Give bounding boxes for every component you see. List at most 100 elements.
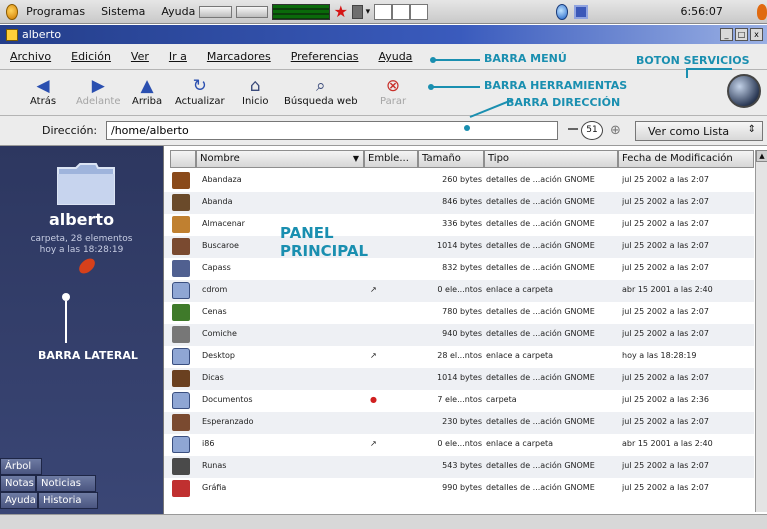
panel-clock[interactable]: 6:56:07	[680, 5, 722, 18]
menu-marcadores[interactable]: Marcadores	[207, 50, 271, 63]
table-row[interactable]: Comiche 940 bytes detalles de ...ación GNO…	[164, 324, 754, 346]
window-titlebar[interactable]: alberto _ □ x	[0, 25, 767, 44]
monitor-icon[interactable]	[574, 4, 589, 19]
cell-size: 832 bytes	[442, 263, 482, 272]
tab-historia[interactable]: Historia	[38, 492, 98, 509]
cell-emblem: ↗	[370, 351, 377, 360]
annotation-dot	[464, 125, 470, 131]
web-search-button[interactable]: ⌕ Búsqueda web	[284, 76, 358, 107]
panel-menu-ayuda[interactable]: Ayuda	[161, 5, 195, 18]
cell-type: detalles de ...ación GNOME	[486, 241, 595, 250]
table-row[interactable]: Runas 543 bytes detalles de ...ación GNOME…	[164, 456, 754, 478]
close-button[interactable]: x	[750, 28, 763, 41]
table-row[interactable]: Cenas 780 bytes detalles de ...ación GNOME…	[164, 302, 754, 324]
cell-name: cdrom	[202, 285, 228, 294]
table-row[interactable]: Gráfia 990 bytes detalles de ...ación GNOM…	[164, 478, 754, 500]
big-folder-icon	[57, 163, 115, 205]
table-row[interactable]: Desktop ↗ 28 el...ntos enlace a carpeta hoy …	[164, 346, 754, 368]
column-header-name[interactable]: Nombre ▼	[196, 150, 364, 168]
forward-button[interactable]: ▶ Adelante	[76, 76, 120, 107]
menu-edicion[interactable]: Edición	[71, 50, 111, 63]
vertical-scrollbar[interactable]: ▲	[755, 150, 767, 512]
annotation-menu: BARRA MENÚ	[484, 52, 567, 65]
sidebar-info: carpeta, 28 elementos hoy a las 18:28:19	[0, 234, 163, 256]
panel-applet[interactable]	[199, 5, 232, 18]
home-button[interactable]: ⌂ Inicio	[242, 76, 268, 107]
table-row[interactable]: cdrom ↗ 0 ele...ntos enlace a carpeta abr 15…	[164, 280, 754, 302]
chart-icon	[172, 304, 190, 321]
workspace-slot[interactable]	[392, 3, 411, 20]
address-input[interactable]	[106, 121, 558, 140]
toolbar: ◀ Atrás ▶ Adelante ▲ Arriba ↻ Actualizar…	[0, 70, 767, 116]
zoom-in-icon[interactable]: ⊕	[610, 123, 621, 138]
table-row[interactable]: i86 ↗ 0 ele...ntos enlace a carpeta abr 15 2…	[164, 434, 754, 456]
table-row[interactable]: Esperanzado 230 bytes detalles de ...ación…	[164, 412, 754, 434]
status-bar	[0, 514, 767, 529]
cell-emblem: ↗	[370, 439, 377, 448]
maximize-button[interactable]: □	[735, 28, 748, 41]
tab-noticias[interactable]: Noticias	[36, 475, 96, 492]
services-button[interactable]	[727, 74, 761, 108]
column-header-type[interactable]: Tipo	[484, 150, 618, 168]
zoom-out-icon[interactable]	[568, 128, 578, 130]
up-button[interactable]: ▲ Arriba	[132, 76, 162, 107]
column-header-icon[interactable]	[170, 150, 196, 168]
cell-size: 0 ele...ntos	[437, 285, 482, 294]
table-row[interactable]: Almacenar 336 bytes detalles de ...ación G…	[164, 214, 754, 236]
globe-icon[interactable]	[556, 3, 569, 20]
star-icon[interactable]: ★	[334, 3, 348, 20]
terminal-icon[interactable]	[351, 4, 363, 19]
foot-icon[interactable]	[756, 3, 767, 20]
panel-applet[interactable]	[235, 5, 269, 18]
table-row[interactable]: Abandaza 260 bytes detalles de ...ación GN…	[164, 170, 754, 192]
back-arrow-icon: ◀	[36, 76, 50, 96]
folder-icon	[172, 436, 190, 453]
column-header-size[interactable]: Tamaño	[418, 150, 484, 168]
column-header-emblem[interactable]: Emble...	[364, 150, 418, 168]
tab-arbol[interactable]: Árbol	[0, 458, 42, 475]
cell-name: Comiche	[202, 329, 237, 338]
minimize-button[interactable]: _	[720, 28, 733, 41]
cell-date: abr 15 2001 a las 2:40	[622, 439, 713, 448]
table-row[interactable]: Buscaroe 1014 bytes detalles de ...ación G…	[164, 236, 754, 258]
table-row[interactable]: Abanda 846 bytes detalles de ...ación GNOM…	[164, 192, 754, 214]
cell-date: jul 25 2002 a las 2:07	[622, 373, 709, 382]
cell-type: detalles de ...ación GNOME	[486, 461, 595, 470]
annotation-services: BOTON SERVICIOS	[636, 54, 750, 67]
panel-menu-sistema[interactable]: Sistema	[101, 5, 145, 18]
tab-notas[interactable]: Notas	[0, 475, 36, 492]
cell-type: detalles de ...ación GNOME	[486, 175, 595, 184]
menu-ir-a[interactable]: Ir a	[169, 50, 187, 63]
refresh-button[interactable]: ↻ Actualizar	[175, 76, 225, 107]
cell-date: jul 25 2002 a las 2:07	[622, 417, 709, 426]
web-search-label: Búsqueda web	[284, 96, 358, 107]
cell-type: detalles de ...ación GNOME	[486, 483, 595, 492]
cell-name: Gráfia	[202, 483, 227, 492]
annotation-main-panel: PANEL PRINCIPAL	[280, 224, 368, 260]
table-row[interactable]: Capass 832 bytes detalles de ...ación GNOM…	[164, 258, 754, 280]
column-header-date[interactable]: Fecha de Modificación	[618, 150, 754, 168]
globe-icon	[172, 458, 190, 475]
menu-archivo[interactable]: Archivo	[10, 50, 51, 63]
tab-ayuda[interactable]: Ayuda	[0, 492, 38, 509]
cell-date: jul 25 2002 a las 2:07	[622, 461, 709, 470]
menu-ayuda[interactable]: Ayuda	[378, 50, 412, 63]
menu-preferencias[interactable]: Preferencias	[291, 50, 359, 63]
dropdown-arrow-icon[interactable]: ▾	[366, 7, 371, 17]
scroll-up-icon[interactable]: ▲	[756, 150, 767, 162]
folder-icon	[172, 348, 190, 365]
gnome-foot-icon[interactable]	[6, 3, 19, 20]
workspace-slot[interactable]	[410, 3, 429, 20]
view-mode-select[interactable]: Ver como Lista ⇕	[635, 121, 763, 141]
person-icon	[172, 238, 190, 255]
zoom-level[interactable]: 51	[581, 121, 603, 140]
main-panel: Nombre ▼ Emble... Tamaño Tipo Fecha de M…	[163, 146, 767, 514]
back-button[interactable]: ◀ Atrás	[30, 76, 56, 107]
menu-ver[interactable]: Ver	[131, 50, 149, 63]
panel-menu-programas[interactable]: Programas	[26, 5, 85, 18]
cpu-meter-applet[interactable]	[272, 3, 330, 20]
table-row[interactable]: Dicas 1014 bytes detalles de ...ación GNOM…	[164, 368, 754, 390]
table-row[interactable]: Documentos ● 7 ele...ntos carpeta jul 25 200…	[164, 390, 754, 412]
stop-button[interactable]: ⊗ Parar	[380, 76, 406, 107]
workspace-slot[interactable]	[374, 3, 393, 20]
